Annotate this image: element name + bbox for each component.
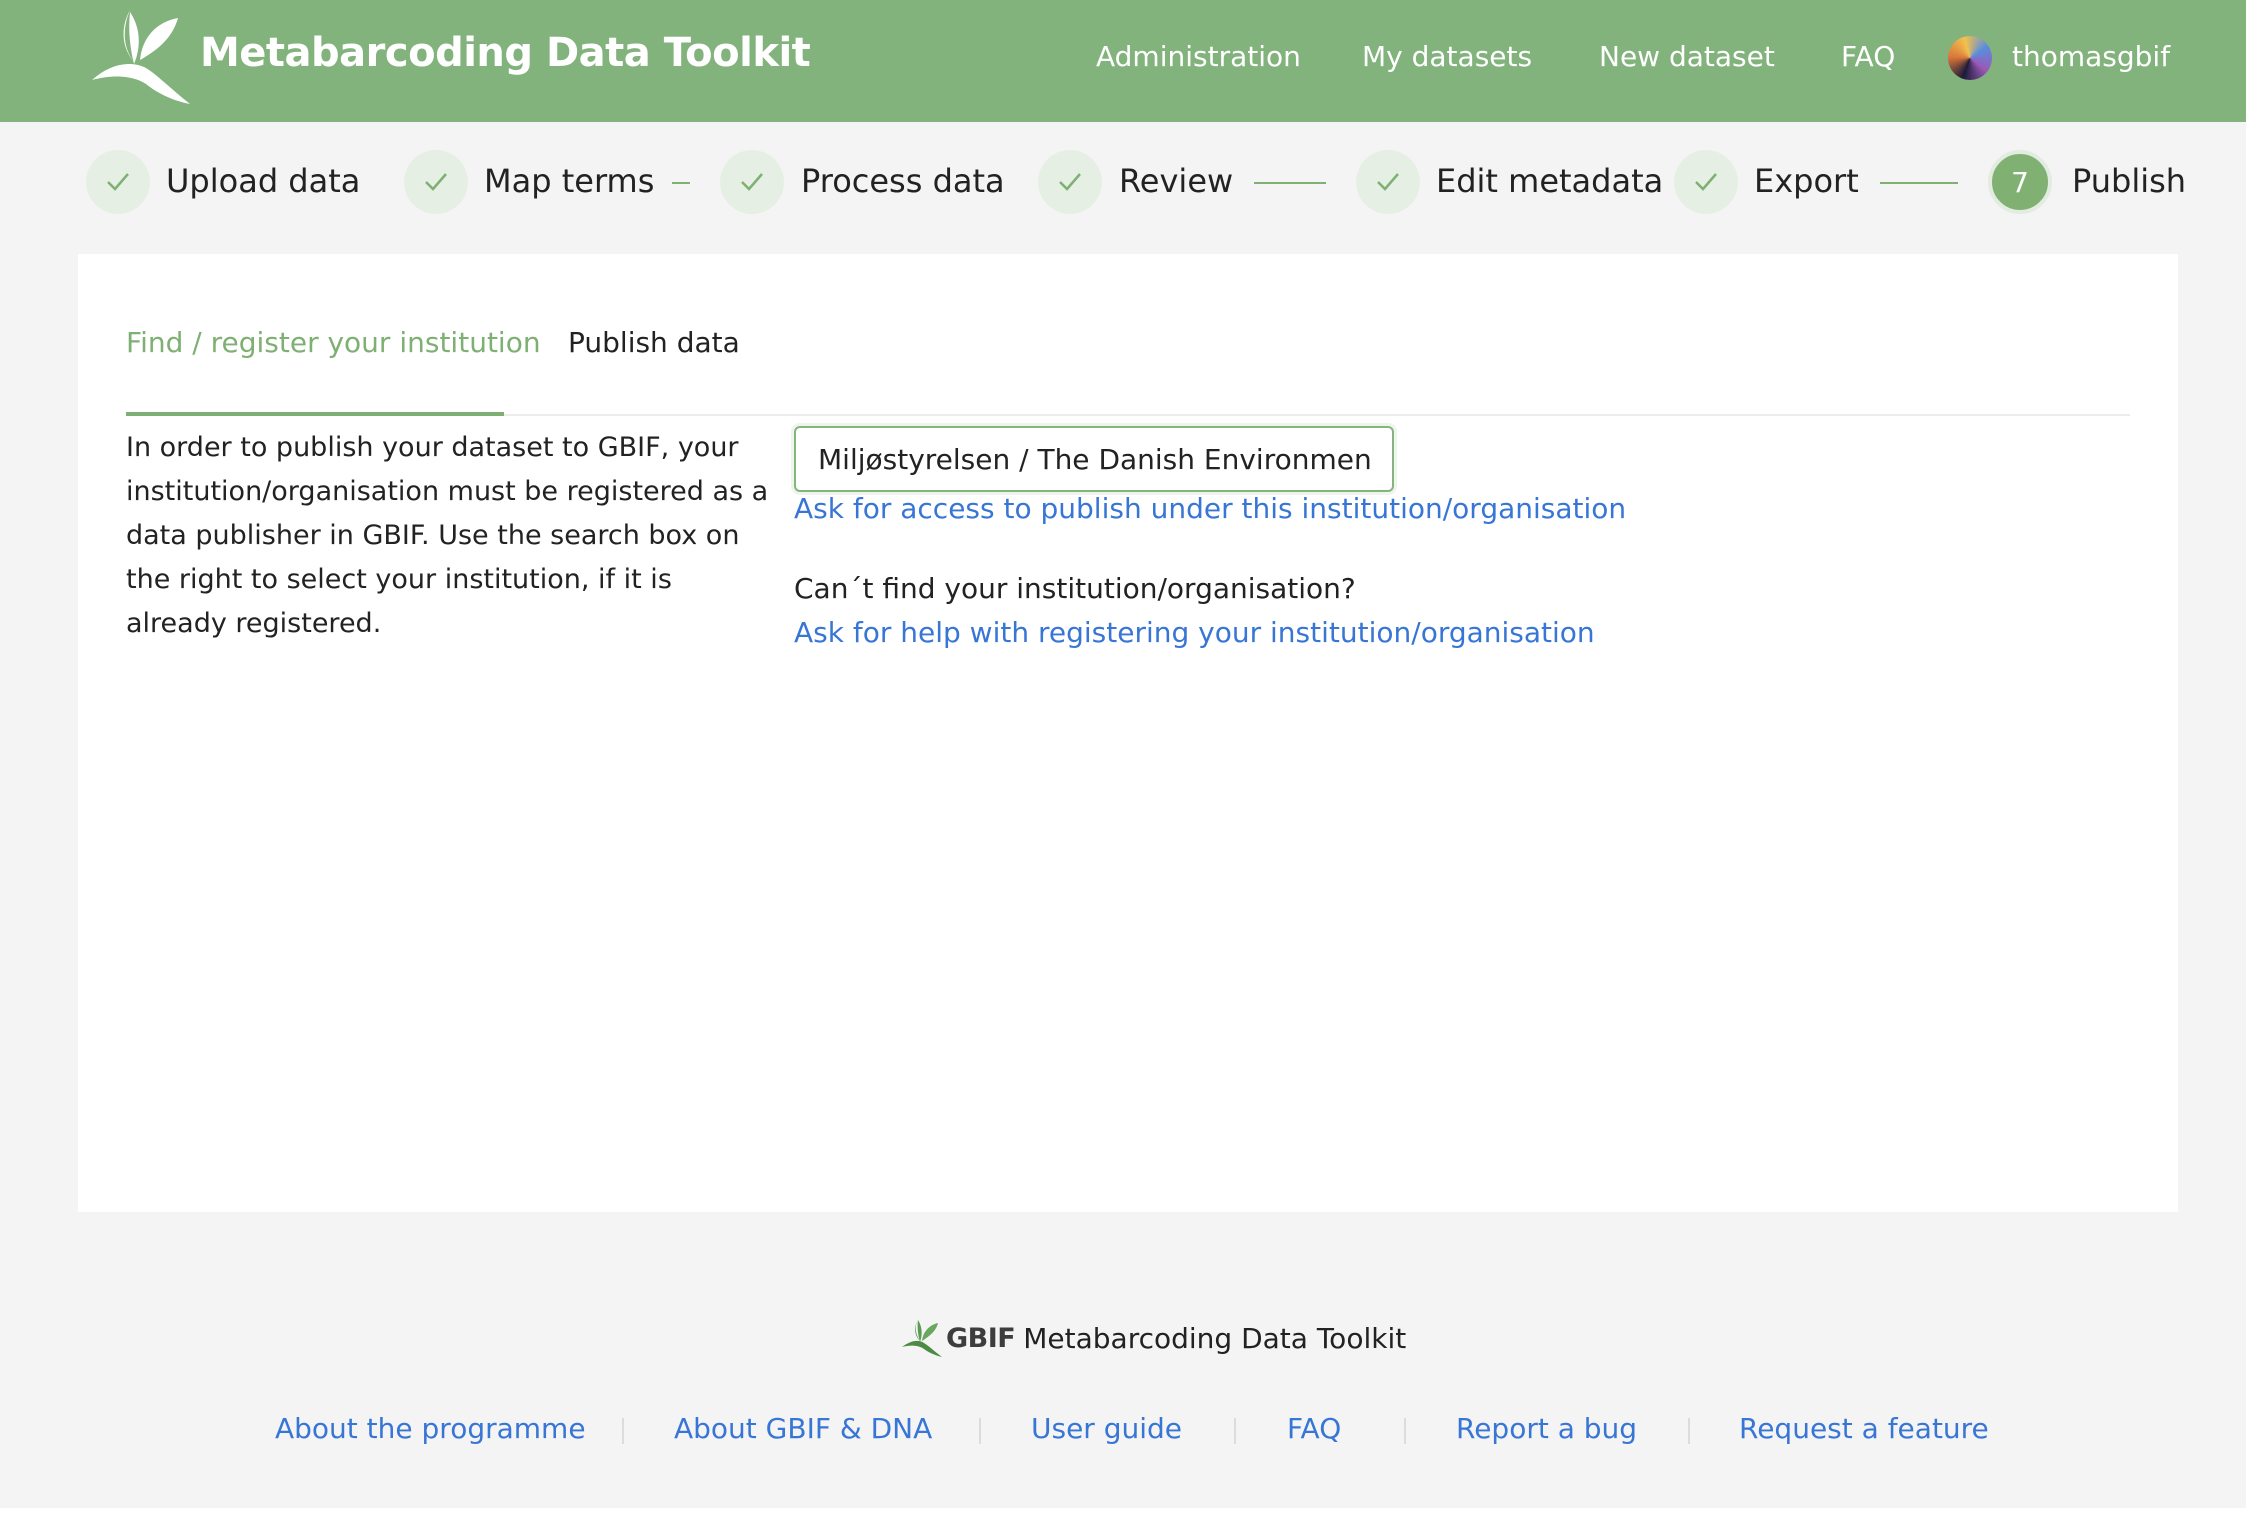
nav-administration[interactable]: Administration: [1096, 40, 1301, 73]
footer-brand: GBIF Metabarcoding Data Toolkit: [900, 1316, 1406, 1360]
step-2-check-icon[interactable]: [404, 150, 468, 214]
user-avatar[interactable]: [1948, 36, 1992, 80]
intro-text: In order to publish your dataset to GBIF…: [126, 432, 769, 639]
footer-link-request-feature[interactable]: Request a feature: [1739, 1412, 1989, 1445]
step-6-check-icon[interactable]: [1674, 150, 1738, 214]
progress-steps: Upload data Map terms Process data Revie…: [0, 122, 2246, 242]
tab-publish-data-label: Publish data: [568, 326, 740, 359]
top-header: Metabarcoding Data Toolkit Administratio…: [0, 0, 2246, 122]
nav-faq[interactable]: FAQ: [1841, 40, 1895, 73]
footer-separator: [1234, 1418, 1236, 1444]
footer-title: Metabarcoding Data Toolkit: [1023, 1321, 1407, 1355]
tab-find-register-label: Find / register your institution: [126, 326, 541, 359]
footer-link-report-bug[interactable]: Report a bug: [1456, 1412, 1637, 1445]
cant-find-text: Can´t find your institution/organisation…: [794, 572, 1356, 605]
step-4-label[interactable]: Review: [1119, 162, 1233, 200]
ask-help-link[interactable]: Ask for help with registering your insti…: [794, 616, 1595, 649]
step-connector: [1880, 182, 1958, 184]
step-1-label[interactable]: Upload data: [166, 162, 360, 200]
footer-link-about-programme[interactable]: About the programme: [275, 1412, 586, 1445]
step-2-label[interactable]: Map terms: [484, 162, 654, 200]
nav-user-menu[interactable]: thomasgbif: [2012, 40, 2170, 73]
step-7-current[interactable]: 7: [1988, 150, 2052, 214]
step-6-label[interactable]: Export: [1754, 162, 1859, 200]
step-7-label[interactable]: Publish: [2072, 162, 2186, 200]
footer-separator: [1404, 1418, 1406, 1444]
bottom-strip: [0, 1508, 2246, 1536]
footer-link-faq[interactable]: FAQ: [1287, 1412, 1341, 1445]
footer-gbif-wordmark: GBIF: [946, 1322, 1016, 1354]
footer-link-about-gbif-dna[interactable]: About GBIF & DNA: [674, 1412, 932, 1445]
institution-search-input[interactable]: [794, 426, 1394, 492]
footer-separator: [622, 1418, 624, 1444]
step-5-label[interactable]: Edit metadata: [1436, 162, 1663, 200]
step-3-label[interactable]: Process data: [801, 162, 1005, 200]
nav-my-datasets[interactable]: My datasets: [1362, 40, 1532, 73]
app-title: Metabarcoding Data Toolkit: [200, 30, 811, 76]
footer-separator: [979, 1418, 981, 1444]
footer-separator: [1688, 1418, 1690, 1444]
tab-publish-data[interactable]: Publish data: [568, 326, 740, 414]
step-5-check-icon[interactable]: [1356, 150, 1420, 214]
footer-link-user-guide[interactable]: User guide: [1031, 1412, 1182, 1445]
brand[interactable]: Metabarcoding Data Toolkit: [90, 8, 811, 108]
footer-links: About the programme About GBIF & DNA Use…: [0, 1408, 2246, 1452]
step-7-number: 7: [2011, 165, 2029, 199]
step-4-check-icon[interactable]: [1038, 150, 1102, 214]
step-3-check-icon[interactable]: [720, 150, 784, 214]
nav-new-dataset[interactable]: New dataset: [1599, 40, 1775, 73]
step-1-check-icon[interactable]: [86, 150, 150, 214]
ask-access-link[interactable]: Ask for access to publish under this ins…: [794, 492, 1626, 525]
step-connector: [1254, 182, 1326, 184]
step-connector: [672, 182, 690, 184]
publish-tabs: Find / register your institution Publish…: [126, 326, 2130, 416]
gbif-leaf-icon: [902, 1319, 942, 1357]
leaf-logo-icon: [92, 10, 190, 104]
tab-find-register[interactable]: Find / register your institution: [126, 326, 541, 416]
publish-card: Find / register your institution Publish…: [78, 254, 2178, 1212]
